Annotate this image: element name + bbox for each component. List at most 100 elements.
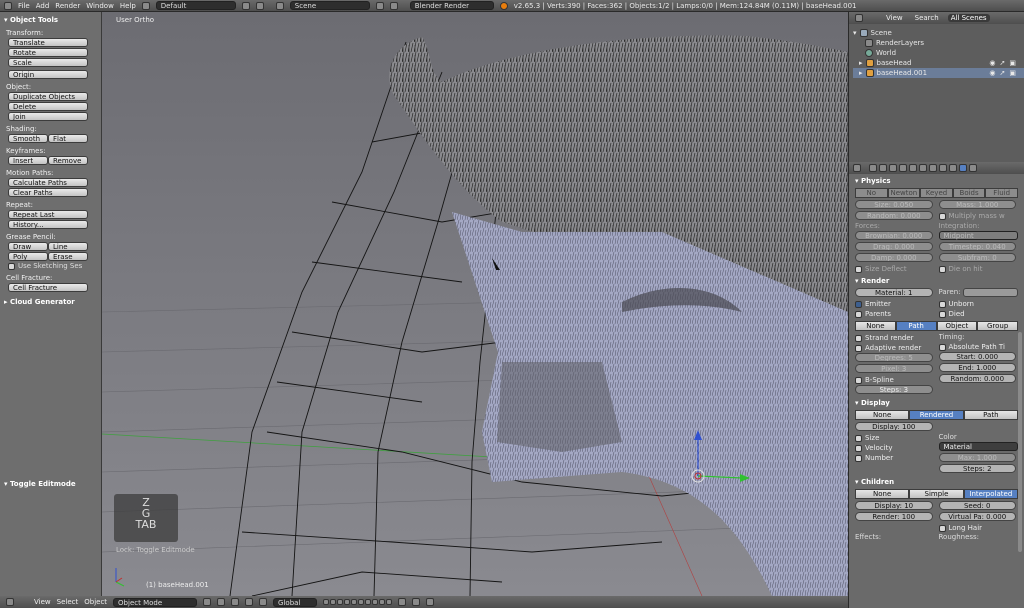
children-render-field[interactable]: Render: 100 — [855, 512, 933, 521]
toggle-editmode-header[interactable]: ▾ Toggle Editmode — [4, 480, 76, 489]
physics-boids-option[interactable]: Boids — [952, 188, 986, 198]
particles-tab-icon[interactable] — [959, 164, 967, 172]
number-toggle[interactable]: Number — [855, 453, 935, 463]
expand-icon[interactable]: ▾ — [853, 28, 857, 38]
absolute-path-time-toggle[interactable]: Absolute Path Ti — [938, 342, 1019, 352]
menu-object[interactable]: Object — [84, 598, 107, 606]
display-none-option[interactable]: None — [855, 410, 910, 420]
size-deflect-toggle[interactable]: Size Deflect — [855, 264, 935, 274]
outliner-search-menu[interactable]: Search — [912, 14, 942, 22]
physics-newton-option[interactable]: Newton — [887, 188, 921, 198]
lock-layers-icon[interactable] — [398, 598, 407, 606]
3d-viewport[interactable]: User Ortho (1) baseHead.001 Z G TAB Lock… — [102, 12, 848, 596]
display-mode-selector[interactable]: None Rendered Path — [855, 410, 1018, 420]
layer-icon[interactable] — [344, 599, 351, 605]
render-object-option[interactable]: Object — [936, 321, 978, 331]
scene-icon[interactable] — [275, 1, 284, 10]
physics-tab-icon[interactable] — [969, 164, 977, 172]
translate-button[interactable]: Translate — [8, 38, 88, 47]
menu-render[interactable]: Render — [55, 2, 80, 10]
remove-scene-icon[interactable] — [389, 1, 398, 10]
modifiers-tab-icon[interactable] — [919, 164, 927, 172]
origin-button[interactable]: Origin — [8, 70, 88, 79]
menu-window[interactable]: Window — [86, 2, 114, 10]
physics-no-option[interactable]: No — [855, 188, 888, 198]
outliner-view-menu[interactable]: View — [883, 14, 906, 22]
degrees-field[interactable]: Degrees: 5 — [855, 353, 933, 362]
delete-button[interactable]: Delete — [8, 102, 88, 111]
mode-selector[interactable]: Object Mode — [113, 597, 198, 607]
end-field[interactable]: End: 1.000 — [938, 363, 1016, 372]
manipulator-scale-icon[interactable] — [259, 598, 268, 606]
physics-fluid-option[interactable]: Fluid — [985, 188, 1018, 198]
snap-icon[interactable] — [412, 598, 421, 606]
orientation-selector[interactable]: Global — [273, 597, 318, 607]
display-steps-field[interactable]: Steps: 2 — [938, 464, 1016, 473]
smooth-button[interactable]: Smooth — [8, 134, 48, 143]
damp-field[interactable]: Damp: 0.000 — [855, 253, 933, 262]
menu-select[interactable]: Select — [57, 598, 79, 606]
subframes-field[interactable]: Subfram: 0 — [938, 253, 1016, 262]
layer-icon[interactable] — [323, 599, 330, 605]
long-hair-checkbox[interactable] — [938, 524, 946, 532]
render-engine-selector[interactable]: Blender Render — [409, 1, 494, 10]
menu-help[interactable]: Help — [120, 2, 136, 10]
cloud-generator-header[interactable]: ▸ Cloud Generator — [4, 298, 97, 307]
erase-button[interactable]: Erase — [48, 252, 88, 261]
calculate-paths-button[interactable]: Calculate Paths — [8, 178, 88, 187]
cell-fracture-button[interactable]: Cell Fracture — [8, 283, 88, 292]
layer-icon[interactable] — [386, 599, 393, 605]
adaptive-render-checkbox[interactable] — [855, 344, 862, 352]
random-size-field[interactable]: Random: 0.000 — [855, 211, 933, 220]
particle-size-field[interactable]: Size: 0.050 — [855, 200, 933, 209]
emitter-checkbox[interactable] — [855, 300, 862, 308]
absolute-path-time-checkbox[interactable] — [938, 343, 946, 351]
layer-icon[interactable] — [337, 599, 344, 605]
render-path-option[interactable]: Path — [895, 321, 937, 331]
display-percentage-field[interactable]: Display: 100 — [855, 422, 933, 431]
strand-render-toggle[interactable]: Strand render — [855, 333, 935, 343]
bspline-checkbox[interactable] — [855, 376, 862, 384]
mass-field[interactable]: Mass: 1.000 — [938, 200, 1016, 209]
long-hair-toggle[interactable]: Long Hair — [938, 523, 1019, 533]
brownian-field[interactable]: Brownian: 0.000 — [855, 231, 933, 240]
random-field[interactable]: Random: 0.000 — [938, 374, 1016, 383]
velocity-toggle[interactable]: Velocity — [855, 443, 935, 453]
emitter-toggle[interactable]: Emitter — [855, 299, 935, 309]
remove-keyframe-button[interactable]: Remove — [48, 156, 88, 165]
bspline-toggle[interactable]: B-Spline — [855, 375, 935, 385]
multiply-mass-toggle[interactable]: Multiply mass w — [938, 211, 1019, 221]
drag-field[interactable]: Drag: 0.000 — [855, 242, 933, 251]
pixel-field[interactable]: Pixel: 3 — [855, 364, 933, 373]
outliner-item-world[interactable]: World — [853, 48, 1024, 58]
sketching-toggle[interactable]: Use Sketching Ses — [8, 262, 97, 270]
physics-keyed-option[interactable]: Keyed — [920, 188, 953, 198]
outliner-item-basehead-001[interactable]: ▸ baseHead.001 ◉ ➚ ▣ — [853, 68, 1024, 78]
render-preview-icon[interactable] — [426, 598, 435, 606]
history-button[interactable]: History... — [8, 220, 88, 229]
world-tab-icon[interactable] — [889, 164, 897, 172]
sketching-checkbox[interactable] — [8, 262, 15, 270]
cursor-icon[interactable]: ➚ — [1000, 68, 1006, 78]
insert-keyframe-button[interactable]: Insert — [8, 156, 48, 165]
editor-type-icon[interactable] — [6, 598, 14, 606]
cursor-icon[interactable]: ➚ — [1000, 58, 1006, 68]
data-tab-icon[interactable] — [929, 164, 937, 172]
adaptive-render-toggle[interactable]: Adaptive render — [855, 343, 935, 353]
parents-toggle[interactable]: Parents — [855, 309, 935, 319]
object-tools-header[interactable]: ▾ Object Tools — [4, 16, 97, 25]
render-none-option[interactable]: None — [855, 321, 896, 331]
menu-file[interactable]: File — [18, 2, 30, 10]
number-checkbox[interactable] — [855, 454, 862, 462]
velocity-checkbox[interactable] — [855, 444, 862, 452]
layout-selector[interactable]: Default — [155, 1, 236, 10]
join-button[interactable]: Join — [8, 112, 88, 121]
blender-info-icon[interactable] — [4, 1, 12, 10]
seed-field[interactable]: Seed: 0 — [938, 501, 1016, 510]
repeat-last-button[interactable]: Repeat Last — [8, 210, 88, 219]
viewport-shading-icon[interactable] — [203, 598, 212, 606]
constraints-tab-icon[interactable] — [909, 164, 917, 172]
manipulator-rotate-icon[interactable] — [245, 598, 254, 606]
outliner-item-renderlayers[interactable]: RenderLayers — [853, 38, 1024, 48]
properties-scrollbar[interactable] — [1018, 332, 1022, 552]
